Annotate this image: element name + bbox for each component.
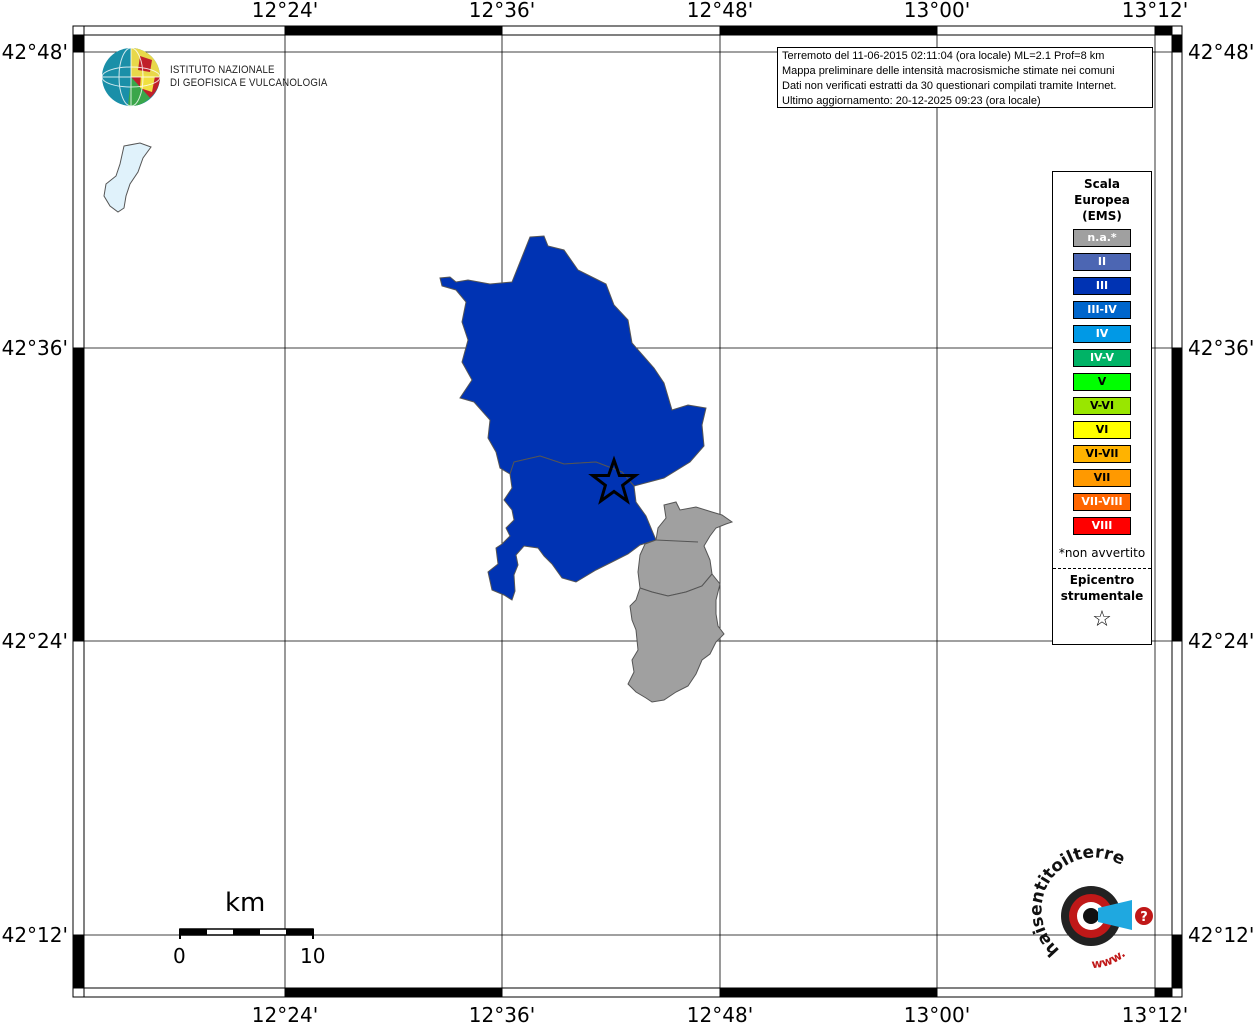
event-info-line-1: Terremoto del 11-06-2015 02:11:04 (ora l… [782,50,1105,62]
legend-epicenter-line-2: strumentale [1060,589,1144,603]
frame-bottom-bars [72,987,1183,998]
lon-label-bottom-2: 12°36' [469,1003,535,1024]
legend-swatch: IV [1073,325,1131,343]
legend-title-line-1: Scala [1083,177,1121,191]
ems-legend: Scala Europea (EMS) n.a.* II III III-IV IV IV… [1052,171,1152,645]
legend-swatch: VIII [1073,517,1131,535]
legend-swatch: V [1073,373,1131,391]
logo-line-1: ISTITUTO NAZIONALE [170,64,275,76]
lat-label-left-1: 42°48' [2,40,68,64]
lon-label-bottom-3: 12°48' [687,1003,753,1024]
lat-label-right-2: 42°36' [1188,336,1254,360]
lon-label-top-3: 12°48' [687,0,753,22]
legend-swatch: II [1073,253,1131,271]
legend-epicenter-line-1: Epicentro [1069,573,1135,587]
scale-bar-unit: km [225,888,266,918]
lat-label-left-3: 42°24' [2,629,68,653]
frame-left-bars [72,35,85,988]
legend-swatch: IV-V [1073,349,1131,367]
legend-swatch: VI [1073,421,1131,439]
logo-line-2: DI GEOFISICA E VULCANOLOGIA [170,77,328,89]
frame-top-bars [72,25,1183,36]
legend-title-line-3: (EMS) [1082,209,1122,223]
lat-label-right-3: 42°24' [1188,629,1254,653]
legend-epicenter-label: Epicentro strumentale [1053,572,1151,604]
lat-label-left-2: 42°36' [2,336,68,360]
legend-swatch: VII-VIII [1073,493,1131,511]
lat-label-left-4: 42°12' [2,923,68,947]
event-info-box: Terremoto del 11-06-2015 02:11:04 (ora l… [777,47,1153,108]
legend-title: Scala Europea (EMS) [1053,176,1151,224]
legend-swatch: III [1073,277,1131,295]
legend-swatch: VI-VII [1073,445,1131,463]
lat-label-right-1: 42°48' [1188,40,1254,64]
legend-swatch: III-IV [1073,301,1131,319]
lon-label-top-4: 13°00' [904,0,970,22]
lon-label-bottom-5: 13°12' [1122,1003,1188,1024]
legend-swatch: V-VI [1073,397,1131,415]
legend-title-line-2: Europea [1074,193,1130,207]
epicenter-star-icon: ☆ [1092,607,1112,632]
frame-right-bars [1171,35,1183,988]
lon-label-bottom-4: 13°00' [904,1003,970,1024]
event-info-line-2: Mappa preliminare delle intensità macros… [782,65,1115,77]
legend-swatch: n.a.* [1073,229,1131,247]
ingv-logo-globe-icon [101,47,161,107]
ingv-logo-text: ISTITUTO NAZIONALE DI GEOFISICA E VULCAN… [170,64,328,90]
event-info-line-4: Ultimo aggiornamento: 20-12-2025 09:23 (… [782,95,1041,107]
lat-label-right-4: 42°12' [1188,923,1254,947]
legend-divider [1053,568,1151,569]
legend-swatch: VII [1073,469,1131,487]
legend-note: *non avvertito [1058,546,1146,560]
lon-label-top-1: 12°24' [252,0,318,22]
lon-label-top-2: 12°36' [469,0,535,22]
scale-bar-start: 0 [173,944,186,968]
watermark-question: ? [1140,910,1148,925]
lon-label-bottom-1: 12°24' [252,1003,318,1024]
event-info-line-3: Dati non verificati estratti da 30 quest… [782,80,1117,92]
scale-bar-end: 10 [300,944,326,968]
lon-label-top-5: 13°12' [1122,0,1188,22]
